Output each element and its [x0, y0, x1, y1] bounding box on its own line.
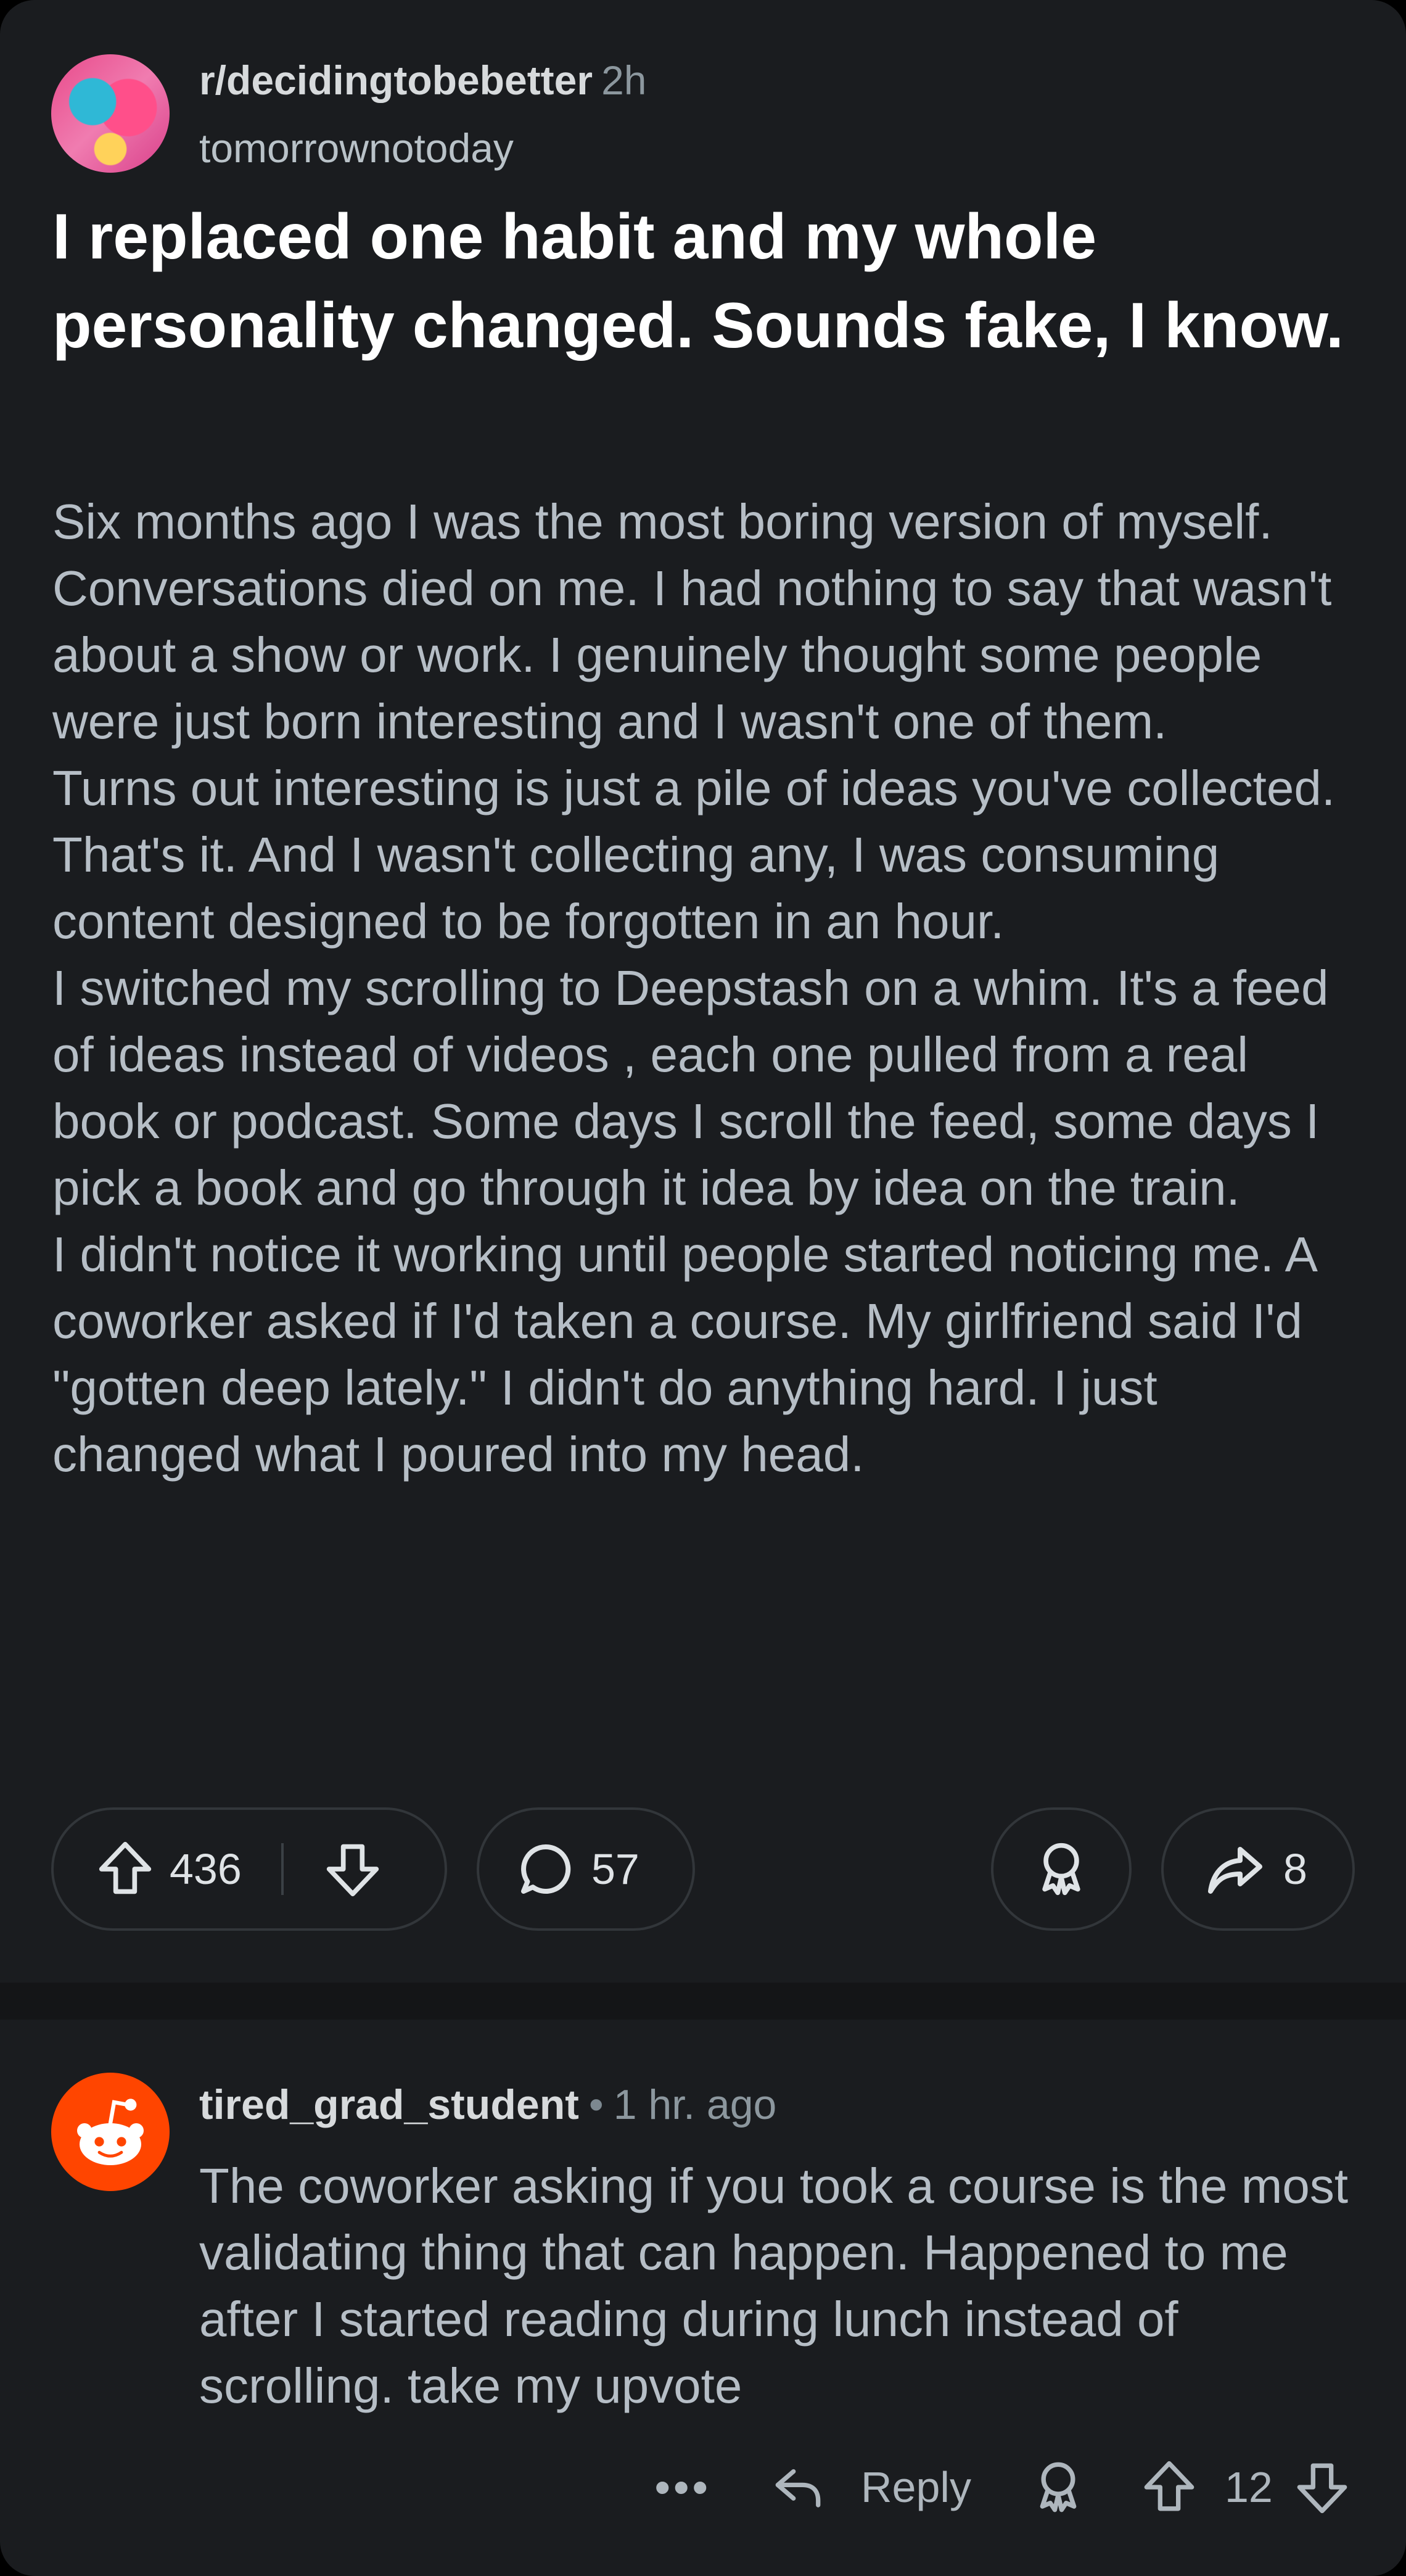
subreddit-name[interactable]: r/decidingtobebetter [199, 57, 593, 103]
meta-separator: • [588, 2081, 604, 2128]
comment-text: The coworker asking if you took a course… [199, 2158, 1349, 2413]
post-body: Six months ago I was the most boring ver… [52, 489, 1360, 1488]
reddit-snoo-icon[interactable] [51, 2073, 170, 2191]
post-header: r/decidingtobebetter 2h [199, 51, 646, 110]
body-paragraph: I switched my scrolling to Deepstash on … [52, 960, 1329, 1215]
body-paragraph: Turns out interesting is just a pile of … [52, 761, 1336, 949]
downvote-arrow-icon[interactable] [324, 1839, 381, 1899]
section-divider [0, 1983, 1406, 2020]
comment-score: 12 [1225, 2463, 1273, 2511]
post-time: 2h [601, 57, 647, 103]
comment-count: 57 [591, 1845, 639, 1893]
reply-button[interactable]: Reply [861, 2450, 971, 2524]
upvote-arrow-icon[interactable] [97, 1839, 154, 1899]
post-card: r/decidingtobebetter 2h tomorrownotoday I… [0, 0, 1406, 2576]
subreddit-avatar[interactable] [51, 54, 170, 173]
post-title: I replaced one habit and my whole person… [52, 201, 1344, 361]
award-button[interactable] [991, 1807, 1132, 1931]
more-options-button[interactable]: ••• [655, 2450, 712, 2524]
downvote-arrow-icon[interactable] [1295, 2450, 1349, 2524]
post-author[interactable]: tomorrownotoday [199, 118, 514, 178]
award-ribbon-icon[interactable] [1031, 2450, 1085, 2524]
share-arrow-icon [1206, 1841, 1265, 1897]
body-paragraph: I didn't notice it working until people … [52, 1227, 1315, 1482]
speech-bubble-icon [516, 1839, 575, 1899]
upvote-arrow-icon[interactable] [1142, 2450, 1196, 2524]
post-score: 436 [170, 1845, 242, 1893]
comment-actions: ••• Reply 12 [0, 2450, 1406, 2524]
share-button[interactable]: 8 [1161, 1807, 1355, 1931]
comment-username[interactable]: tired_grad_student [199, 2081, 579, 2128]
reply-arrow-icon[interactable] [771, 2450, 825, 2524]
share-count: 8 [1283, 1845, 1307, 1893]
vote-control: 436 [51, 1807, 447, 1931]
award-ribbon-icon [1033, 1839, 1090, 1899]
vote-divider [281, 1843, 284, 1895]
comment-meta: tired_grad_student • 1 hr. ago [199, 2075, 776, 2134]
comments-button[interactable]: 57 [477, 1807, 695, 1931]
body-paragraph: Six months ago I was the most boring ver… [52, 494, 1332, 749]
comment-time: 1 hr. ago [613, 2081, 777, 2128]
